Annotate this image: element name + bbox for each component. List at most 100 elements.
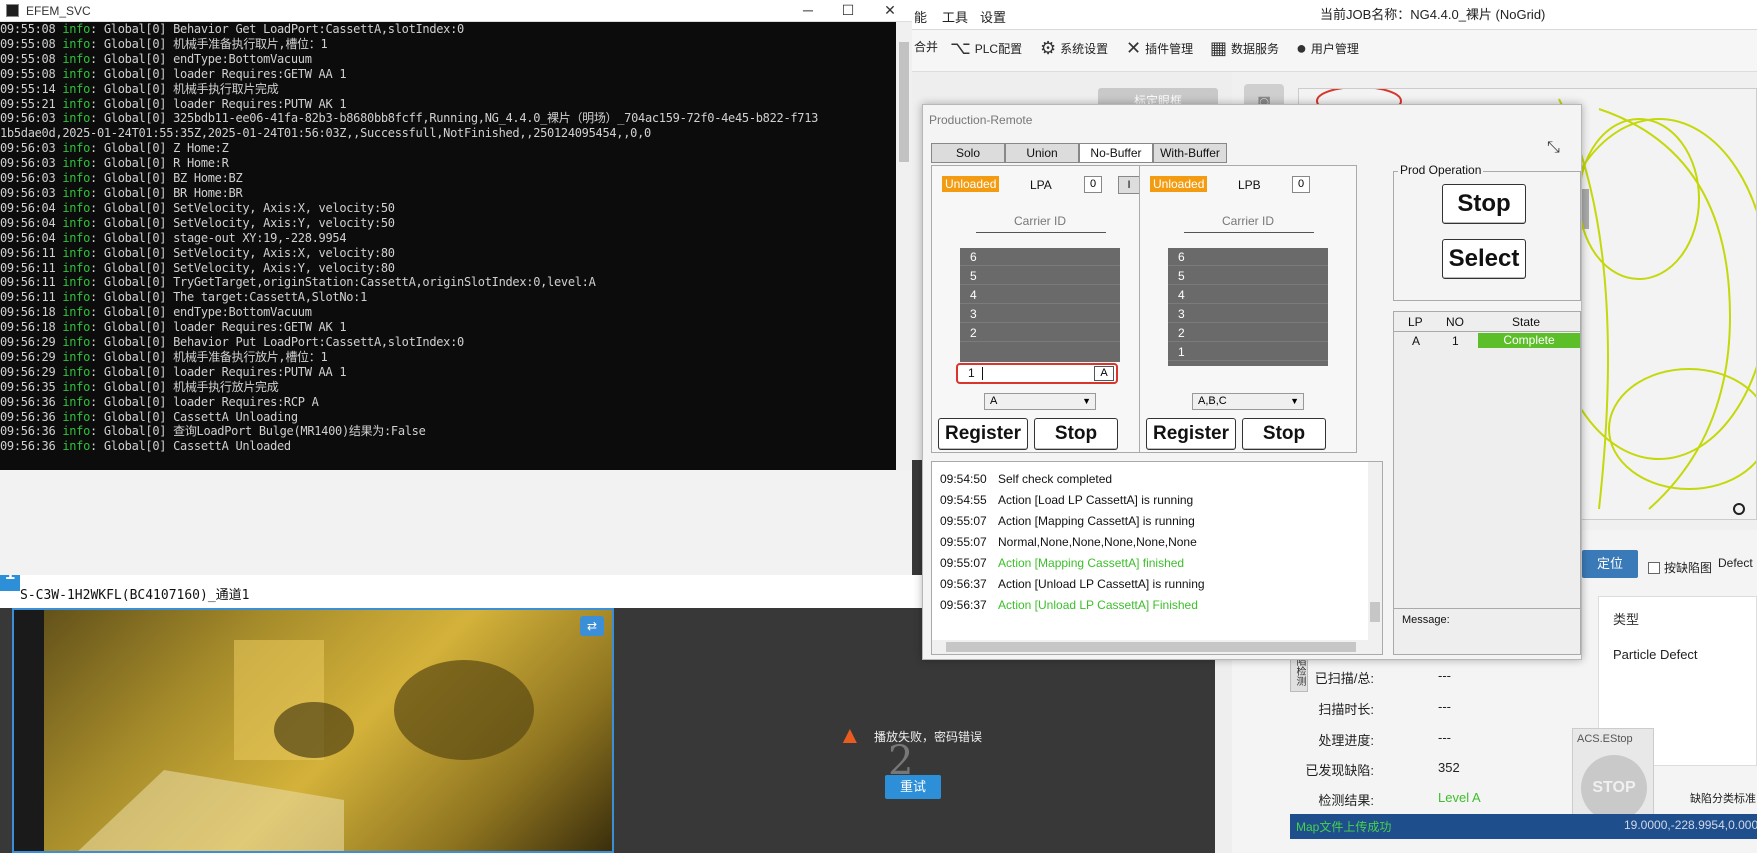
lpb-slot[interactable]: 2 (1168, 324, 1328, 342)
console-line: 09:56:03 info: Global[0] Z Home:Z (0, 141, 896, 156)
header-divider (1394, 331, 1580, 332)
console-timestamp: 09:56:35 (0, 379, 63, 394)
console-line: 09:55:08 info: Global[0] loader Requires… (0, 67, 896, 82)
console-titlebar[interactable]: EFEM_SVC ─ ☐ ✕ (0, 0, 912, 22)
console-timestamp: 09:56:03 (0, 171, 63, 186)
lpa-stop-button[interactable]: Stop (1034, 418, 1118, 450)
plc-config-button[interactable]: ⌥ PLC配置 (950, 38, 1022, 59)
prod-stop-button[interactable]: Stop (1442, 184, 1526, 224)
lpa-register-button[interactable]: Register (938, 418, 1028, 450)
lpa-slot[interactable]: 5 (960, 267, 1120, 285)
video-feed[interactable]: ⇄ (12, 608, 614, 853)
log-horizontal-scrollbar[interactable] (932, 640, 1382, 654)
console-timestamp: 09:56:29 (0, 335, 63, 350)
console-scrollbar[interactable] (896, 22, 912, 470)
column-header-no: NO (1446, 315, 1464, 329)
merge-label: 合并 (914, 40, 939, 54)
lpa-slot[interactable]: 4 (960, 286, 1120, 304)
locate-button[interactable]: 定位 (1582, 550, 1638, 578)
defect-dropdown[interactable]: Defect (1718, 556, 1753, 570)
lpb-slot[interactable]: 4 (1168, 286, 1328, 304)
lpb-slot[interactable]: 6 (1168, 248, 1328, 266)
log-timestamp: 09:54:50 (940, 472, 987, 486)
lpa-selected-slot[interactable]: 1 A (956, 363, 1118, 384)
log-horizontal-thumb[interactable] (946, 642, 1356, 652)
plugin-manage-button[interactable]: ✕ 插件管理 (1126, 38, 1193, 59)
console-level: info (62, 66, 91, 81)
type-row[interactable]: Particle Defect (1613, 647, 1698, 662)
merge-button[interactable]: 合并 (914, 38, 938, 55)
log-message: Normal,None,None,None,None,None (998, 535, 1197, 549)
log-message: Action [Mapping CassettA] finished (998, 556, 1185, 570)
tab-solo[interactable]: Solo (931, 143, 1005, 163)
console-level: info (62, 335, 91, 350)
log-line: 09:54:55 Action [Load LP CassettA] is run… (940, 493, 1193, 507)
row-lp[interactable]: A (1412, 334, 1420, 348)
console-line: 09:55:14 info: Global[0] 机械手执行取片完成 (0, 82, 896, 97)
estop-button[interactable]: STOP (1581, 755, 1647, 821)
menu-item-features[interactable]: 能 (914, 7, 927, 26)
lpb-register-button[interactable]: Register (1146, 418, 1236, 450)
lpb-slot[interactable]: 5 (1168, 267, 1328, 285)
lpb-slot-map: 6 5 4 3 2 1 (1168, 248, 1328, 366)
selected-slot-tag: A (1094, 366, 1114, 381)
expand-icon[interactable]: ⤡ (1547, 139, 1560, 157)
action-log[interactable]: 09:54:50 Self check completed 09:54:55 Acti… (931, 461, 1383, 655)
video-channel-title: S-C3W-1H2WKFL(BC4107160)_通道1 (20, 588, 250, 603)
console-message: : Global[0] loader Requires:GETW AK 1 (90, 320, 347, 335)
status-bar: Map文件上传成功 19.0000,-228.9954,0.0000,0 (1290, 814, 1757, 839)
console-level: info (62, 22, 91, 36)
stat-value-scanned: --- (1438, 668, 1451, 683)
switch-stream-icon[interactable]: ⇄ (580, 616, 604, 636)
console-scroll-thumb[interactable] (899, 42, 909, 162)
menu-item-settings[interactable]: 设置 (980, 7, 1006, 26)
log-vertical-thumb[interactable] (1370, 602, 1380, 622)
console-line: 09:56:36 info: Global[0] 查询LoadPort Bulg… (0, 424, 896, 439)
minimize-icon[interactable]: ─ (788, 0, 828, 22)
lpb-slot[interactable]: 3 (1168, 305, 1328, 323)
lpa-level-select[interactable]: A ▼ (984, 393, 1096, 410)
console-line: 09:56:04 info: Global[0] stage-out XY:19… (0, 231, 896, 246)
stat-label-scan-time: 扫描时长: (1318, 702, 1374, 717)
console-message: : Global[0] endType:BottomVacuum (90, 305, 312, 320)
console-message: : Global[0] Behavior Put LoadPort:Casset… (90, 335, 464, 350)
close-icon[interactable]: ✕ (870, 0, 910, 22)
lpb-level-select[interactable]: A,B,C ▼ (1192, 393, 1304, 410)
lpa-slot[interactable]: 6 (960, 248, 1120, 266)
lpa-i-button[interactable]: I (1118, 176, 1140, 194)
menu-item-tools[interactable]: 工具 (942, 7, 968, 26)
console-message: : Global[0] 机械手准备执行取片,槽位：1 (90, 36, 328, 51)
lpa-label: LPA (1030, 178, 1052, 192)
checkbox-box[interactable] (1648, 561, 1660, 574)
lpb-stop-button[interactable]: Stop (1242, 418, 1326, 450)
coordinates-readout: 19.0000,-228.9954,0.0000,0 (1624, 818, 1757, 832)
retry-button[interactable]: 重试 (885, 775, 941, 799)
tab-union[interactable]: Union (1005, 143, 1079, 163)
defect-map-checkbox[interactable]: 按缺陷图 (1648, 559, 1712, 576)
console-line: 09:56:04 info: Global[0] SetVelocity, Ax… (0, 216, 896, 231)
system-settings-button[interactable]: ⚙ 系统设置 (1040, 38, 1108, 59)
lpb-slot[interactable]: 1 (1168, 343, 1328, 361)
maximize-icon[interactable]: ☐ (828, 0, 868, 22)
plc-icon: ⌥ (950, 38, 971, 58)
console-timestamp: 09:56:04 (0, 215, 63, 230)
console-timestamp: 09:56:18 (0, 305, 63, 320)
log-vertical-scrollbar[interactable] (1368, 462, 1382, 640)
user-manage-button[interactable]: ● 用户管理 (1296, 38, 1359, 59)
lpa-carrier-id-label: Carrier ID (1013, 214, 1066, 228)
tab-with-buffer[interactable]: With-Buffer (1153, 143, 1227, 163)
tab-no-buffer[interactable]: No-Buffer (1079, 143, 1153, 163)
console-timestamp: 09:56:18 (0, 320, 63, 335)
lpa-slot[interactable]: 3 (960, 305, 1120, 323)
console-line: 09:56:18 info: Global[0] loader Requires… (0, 320, 896, 335)
data-service-button[interactable]: ▦ 数据服务 (1210, 38, 1279, 59)
console-level: info (62, 275, 91, 290)
row-no[interactable]: 1 (1452, 334, 1459, 348)
console-output[interactable]: 09:55:08 info: Global[0] Behavior Get Lo… (0, 22, 896, 470)
row-state-badge[interactable]: Complete (1478, 333, 1580, 348)
lpa-slot[interactable]: 2 (960, 324, 1120, 342)
log-line: 09:55:07 Action [Mapping CassettA] finish… (940, 556, 1184, 570)
prod-select-button[interactable]: Select (1442, 239, 1526, 279)
console-timestamp: 09:56:36 (0, 439, 63, 454)
data-service-label: 数据服务 (1231, 42, 1280, 56)
